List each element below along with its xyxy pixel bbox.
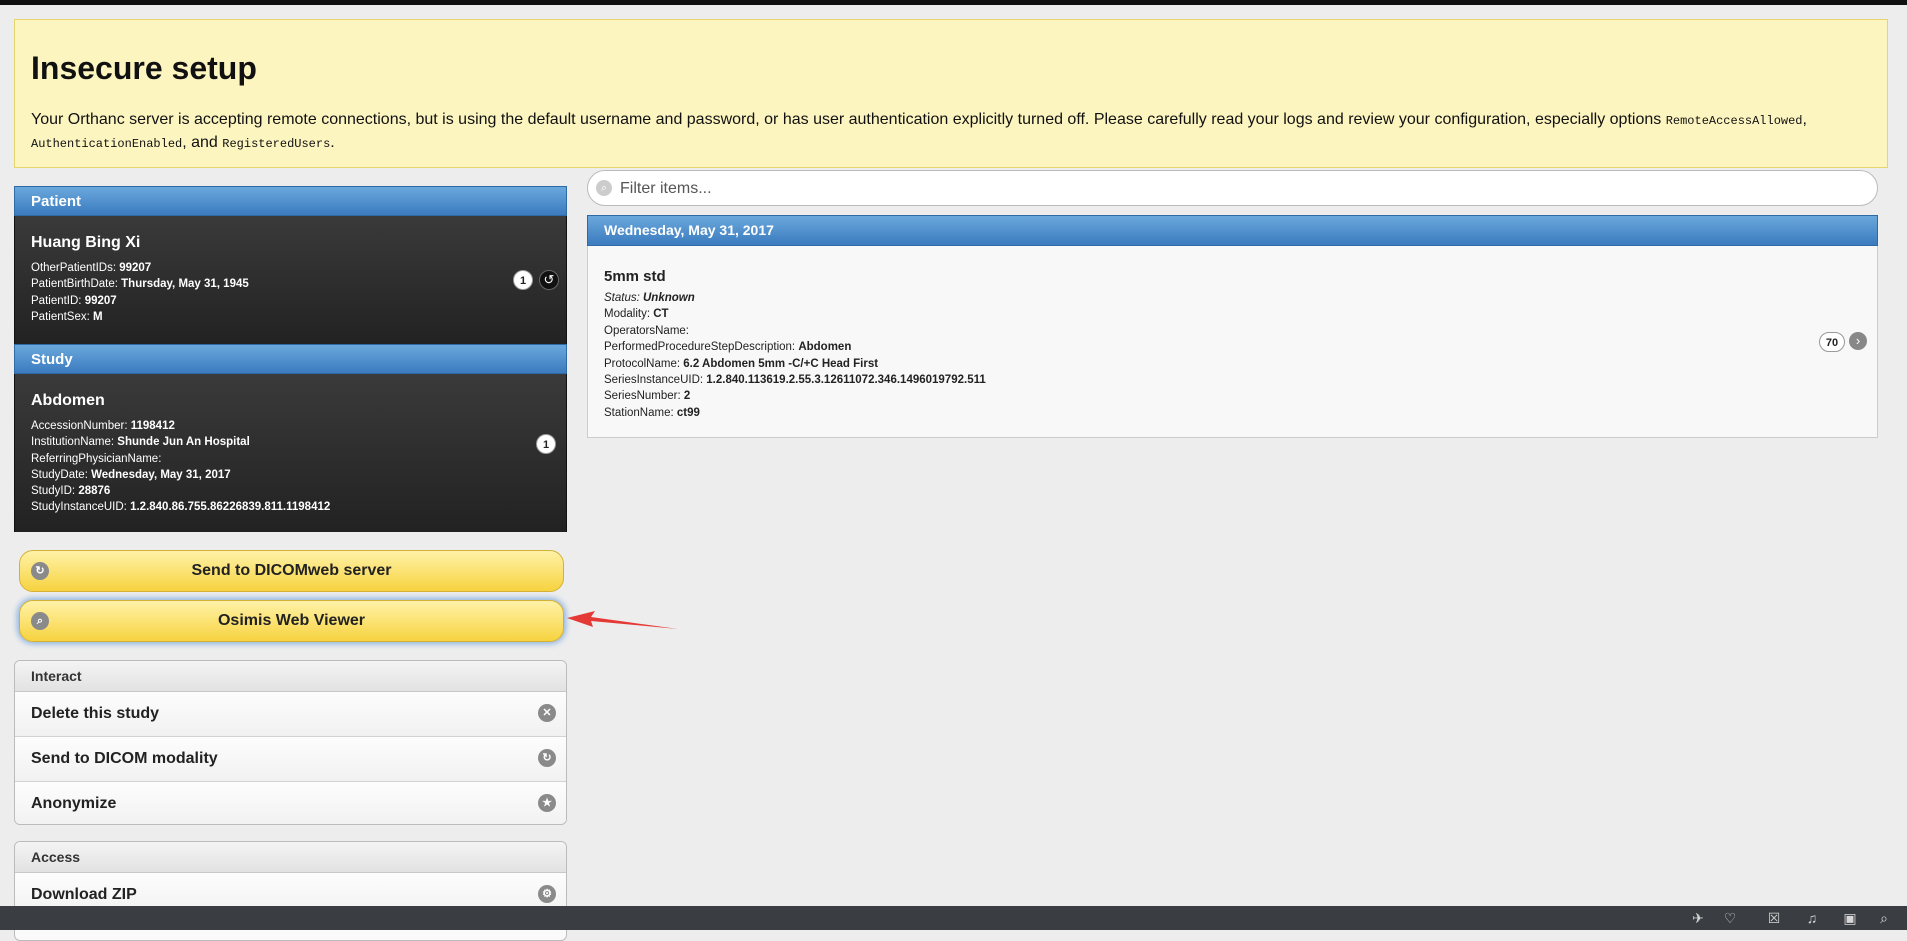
banner-message-text: Your Orthanc server is accepting remote … [31,111,1666,128]
taskbar: ✈ ♡ ☒ ♫ ▣ ⌕ [0,906,1907,930]
annotation-arrow [567,611,678,629]
search-icon[interactable]: ⌕ [1876,910,1892,926]
series-status: Status: Unknown [604,292,695,304]
series-date-header: Wednesday, May 31, 2017 [587,215,1878,246]
patient-field: OtherPatientIDs: 99207 [31,262,152,274]
speaker-icon[interactable]: ♫ [1804,910,1820,926]
series-field: ProtocolName: 6.2 Abdomen 5mm -C/+C Head… [604,357,879,370]
top-edge-bar [0,0,1907,5]
banner-message: Your Orthanc server is accepting remote … [31,109,1875,155]
delete-study-label: Delete this study [31,705,160,722]
study-field: StudyDate: Wednesday, May 31, 2017 [31,468,231,481]
series-title: 5mm std [604,268,666,285]
delete-study-button[interactable]: Delete this study ✕ [15,692,566,737]
study-name: Abdomen [31,392,105,409]
series-list-item[interactable]: 5mm std Status: Unknown Modality: CT Ope… [587,246,1878,438]
series-field: PerformedProcedureStepDescription: Abdom… [604,341,852,354]
download-zip-label: Download ZIP [31,886,137,903]
banner-end: . [330,134,335,151]
patient-field: PatientBirthDate: Thursday, May 31, 1945 [31,278,249,291]
series-field: StationName: ct99 [604,406,700,419]
study-series-count-badge: 1 [536,434,556,454]
study-header: Study [14,344,567,374]
send-to-dicom-modality-label: Send to DICOM modality [31,750,218,767]
option-authentication-enabled: AuthenticationEnabled [31,137,183,151]
interact-group: Interact Delete this study ✕ Send to DIC… [14,660,567,825]
send-to-dicom-modality-button[interactable]: Send to DICOM modality ↻ [15,737,566,782]
option-registered-users: RegisteredUsers [222,137,331,151]
study-field: StudyID: 28876 [31,485,111,498]
send-to-dicomweb-label: Send to DICOMweb server [191,562,392,579]
osimis-web-viewer-label: Osimis Web Viewer [217,612,366,629]
anonymize-button[interactable]: Anonymize ★ [15,782,566,824]
banner-title: Insecure setup [31,50,257,86]
instance-count-badge: 70 [1819,332,1845,352]
study-info[interactable]: Abdomen AccessionNumber: 1198412 Institu… [14,374,567,532]
option-remote-access-allowed: RemoteAccessAllowed [1665,114,1803,128]
gear-icon: ⚙ [538,885,556,903]
send-to-dicomweb-button[interactable]: ↻ Send to DICOMweb server [19,550,564,592]
delete-icon: ✕ [538,704,556,722]
search-icon: ⌕ [31,612,49,630]
series-field: SeriesInstanceUID: 1.2.840.113619.2.55.3… [604,374,986,387]
patient-header: Patient [14,186,567,216]
search-icon: ⌕ [596,180,612,196]
study-field: InstitutionName: Shunde Jun An Hospital [31,436,250,449]
star-icon: ★ [538,794,556,812]
access-header: Access [15,842,566,873]
series-field: Modality: CT [604,308,669,321]
banner-separator-1: , [1802,111,1807,128]
banner-separator-2: , and [182,134,223,151]
forward-icon: ↻ [538,749,556,767]
patient-field: PatientID: 99207 [31,294,117,307]
left-panel: Patient Huang Bing Xi OtherPatientIDs: 9… [14,186,567,941]
insecure-setup-banner: Insecure setup Your Orthanc server is ac… [14,19,1888,168]
anonymize-label: Anonymize [31,795,117,812]
series-fields: Status: Unknown Modality: CT OperatorsNa… [604,290,986,421]
heart-monitor-icon[interactable]: ♡ [1722,910,1738,926]
study-field: AccessionNumber: 1198412 [31,420,175,432]
filter-box: ⌕ [587,170,1878,206]
interact-header: Interact [15,661,566,692]
study-field: StudyInstanceUID: 1.2.840.86.755.8622683… [31,501,331,514]
undo-icon[interactable]: ↺ [539,270,559,290]
patient-study-count-badge: 1 [513,270,533,290]
filter-input[interactable] [618,177,1862,201]
patient-name: Huang Bing Xi [31,234,141,251]
patient-info[interactable]: Huang Bing Xi OtherPatientIDs: 99207 Pat… [14,216,567,344]
series-field: SeriesNumber: 2 [604,390,691,403]
series-field: OperatorsName: [604,324,690,337]
patient-field: PatientSex: M [31,310,103,323]
study-field: ReferringPhysicianName: [31,452,162,465]
osimis-web-viewer-button[interactable]: ⌕ Osimis Web Viewer [19,600,564,642]
send-icon: ↻ [31,562,49,580]
chevron-right-icon: › [1849,332,1867,350]
trash-icon[interactable]: ☒ [1766,910,1782,926]
rocket-icon[interactable]: ✈ [1690,910,1706,926]
window-icon[interactable]: ▣ [1842,910,1858,926]
